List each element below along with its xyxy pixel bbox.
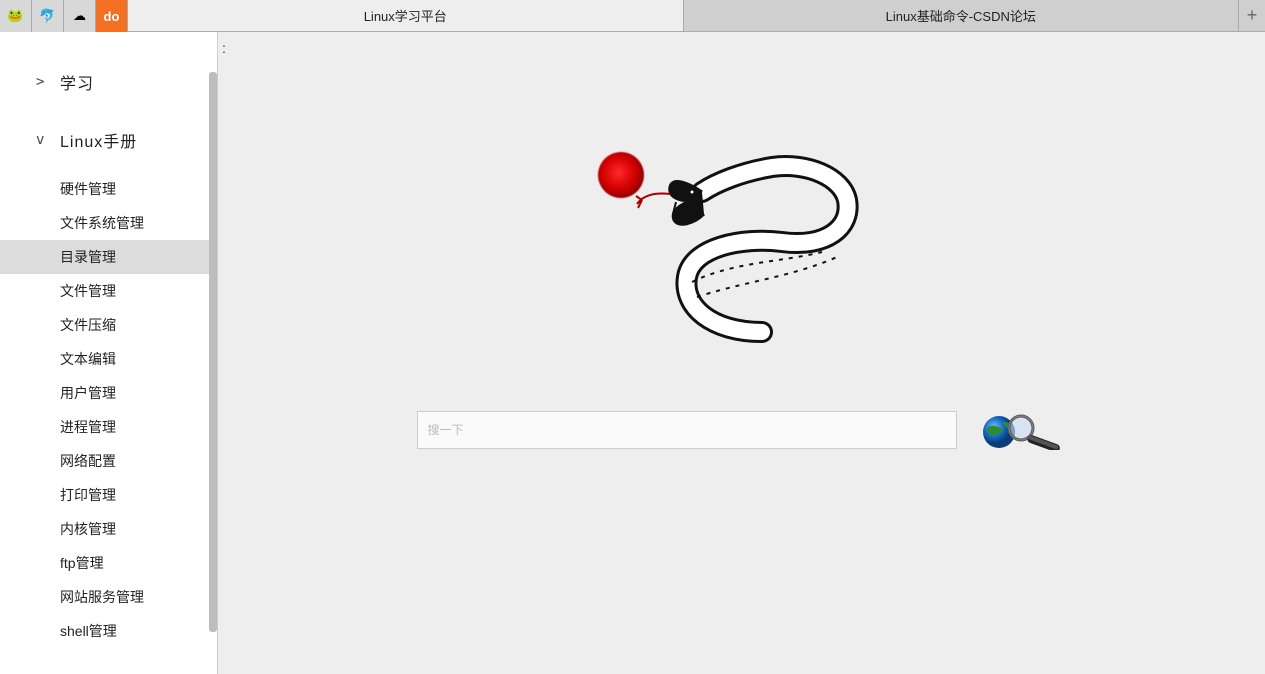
chevron-right-icon: > xyxy=(36,74,44,90)
sidebar-item-kernel[interactable]: 内核管理 xyxy=(0,512,217,546)
search-button[interactable] xyxy=(977,410,1067,450)
nav-section-label: Linux手册 xyxy=(60,128,137,152)
sidebar-item-directory[interactable]: 目录管理 xyxy=(0,240,217,274)
sidebar-scrollbar[interactable] xyxy=(209,32,217,674)
red-dot-icon xyxy=(598,152,644,198)
site-icon-1[interactable]: 🐸 xyxy=(0,0,32,32)
stray-text: : xyxy=(222,40,226,56)
new-tab-button[interactable]: + xyxy=(1239,0,1265,31)
globe-magnifier-icon xyxy=(977,410,1067,450)
site-icon-4[interactable]: do xyxy=(96,0,128,32)
sidebar-item-filesystem[interactable]: 文件系统管理 xyxy=(0,206,217,240)
nav-section-learn[interactable]: > 学习 xyxy=(0,62,217,102)
search-row xyxy=(417,410,1067,450)
scrollbar-thumb[interactable] xyxy=(209,72,217,632)
sidebar-item-file[interactable]: 文件管理 xyxy=(0,274,217,308)
search-input[interactable] xyxy=(417,411,957,449)
browser-tab-inactive[interactable]: Linux基础命令-CSDN论坛 xyxy=(684,0,1240,31)
sidebar-item-compress[interactable]: 文件压缩 xyxy=(0,308,217,342)
tab-label: Linux学习平台 xyxy=(364,6,447,25)
nav-section-linux-manual[interactable]: v Linux手册 xyxy=(0,120,217,160)
site-icon-2[interactable]: 🐬 xyxy=(32,0,64,32)
browser-tab-active[interactable]: Linux学习平台 xyxy=(128,0,684,31)
snake-logo xyxy=(592,142,892,352)
sidebar-item-process[interactable]: 进程管理 xyxy=(0,410,217,444)
nav-section-label: 学习 xyxy=(60,70,94,94)
hero-logo-area xyxy=(592,142,892,352)
linux-manual-list: 硬件管理 文件系统管理 目录管理 文件管理 文件压缩 文本编辑 用户管理 进程管… xyxy=(0,172,217,648)
sidebar-item-web-service[interactable]: 网站服务管理 xyxy=(0,580,217,614)
content-area: : xyxy=(218,32,1265,674)
browser-tab-bar: 🐸 🐬 ☁ do Linux学习平台 Linux基础命令-CSDN论坛 + xyxy=(0,0,1265,32)
sidebar-item-print[interactable]: 打印管理 xyxy=(0,478,217,512)
sidebar-item-user[interactable]: 用户管理 xyxy=(0,376,217,410)
sidebar: > 学习 v Linux手册 硬件管理 文件系统管理 目录管理 文件管理 文件压… xyxy=(0,32,218,674)
sidebar-item-ftp[interactable]: ftp管理 xyxy=(0,546,217,580)
sidebar-item-text-edit[interactable]: 文本编辑 xyxy=(0,342,217,376)
sidebar-item-hardware[interactable]: 硬件管理 xyxy=(0,172,217,206)
chevron-down-icon: v xyxy=(36,132,44,148)
tab-label: Linux基础命令-CSDN论坛 xyxy=(886,6,1036,25)
main-area: > 学习 v Linux手册 硬件管理 文件系统管理 目录管理 文件管理 文件压… xyxy=(0,32,1265,674)
site-icon-3[interactable]: ☁ xyxy=(64,0,96,32)
sidebar-item-shell[interactable]: shell管理 xyxy=(0,614,217,648)
sidebar-item-network[interactable]: 网络配置 xyxy=(0,444,217,478)
